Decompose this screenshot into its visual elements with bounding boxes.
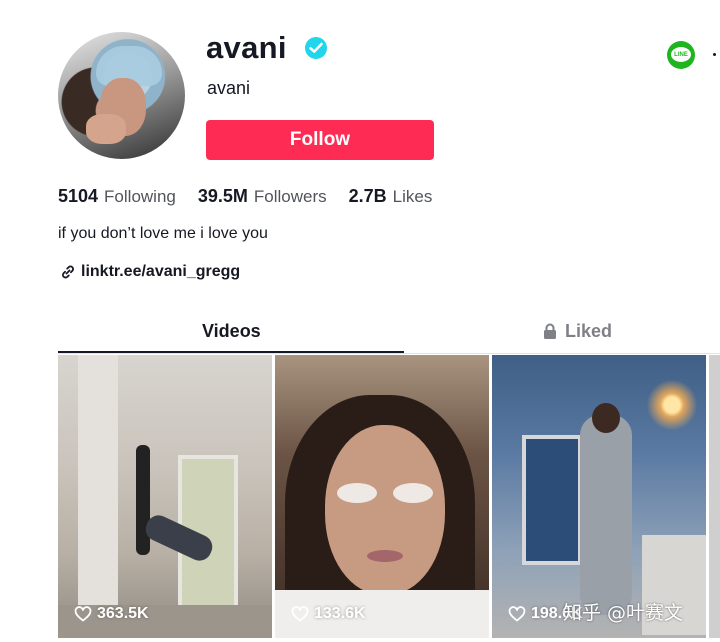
video-thumbnail-partial[interactable] bbox=[709, 355, 720, 638]
tab-videos[interactable]: Videos bbox=[202, 310, 261, 352]
username: avani bbox=[206, 30, 287, 65]
avatar[interactable] bbox=[58, 32, 185, 159]
followers-stat[interactable]: 39.5M Followers bbox=[198, 186, 327, 207]
followers-label: Followers bbox=[253, 187, 327, 206]
video-thumbnail[interactable]: 133.6K bbox=[275, 355, 489, 638]
profile-stats: 5104 Following 39.5M Followers 2.7B Like… bbox=[58, 186, 454, 207]
view-count: 133.6K bbox=[291, 605, 366, 623]
heart-icon bbox=[74, 606, 92, 622]
profile-link[interactable]: linktr.ee/avani_gregg bbox=[60, 263, 240, 281]
bio-text: if you don’t love me i love you bbox=[58, 225, 268, 242]
scene-chandelier bbox=[647, 375, 697, 435]
tab-videos-label: Videos bbox=[202, 320, 261, 341]
likes-count: 2.7B bbox=[348, 186, 387, 206]
view-count: 363.5K bbox=[74, 605, 149, 623]
likes-label: Likes bbox=[392, 187, 433, 206]
link-icon bbox=[62, 265, 74, 279]
profile-tabs: Videos Liked bbox=[58, 310, 720, 354]
profile-link-text: linktr.ee/avani_gregg bbox=[81, 263, 241, 280]
active-tab-indicator bbox=[58, 351, 404, 353]
scene-person-head bbox=[592, 403, 620, 433]
scene-face bbox=[325, 425, 445, 595]
video-thumbnail[interactable]: 198.6K bbox=[492, 355, 706, 638]
scene-eye-patch-right bbox=[393, 483, 433, 503]
follow-button[interactable]: Follow bbox=[206, 120, 434, 160]
tab-liked[interactable]: Liked bbox=[542, 310, 612, 352]
scene-window bbox=[522, 435, 582, 565]
scene-eye-patch-left bbox=[337, 483, 377, 503]
following-stat[interactable]: 5104 Following bbox=[58, 186, 176, 207]
scene-lips bbox=[367, 550, 403, 562]
verified-badge-icon bbox=[305, 37, 327, 59]
scene-wall bbox=[78, 355, 118, 638]
watermark: 知乎 @叶赛文 bbox=[563, 602, 684, 624]
scene-person-legs bbox=[136, 445, 150, 555]
following-label: Following bbox=[104, 187, 176, 206]
view-count-value: 133.6K bbox=[314, 605, 366, 622]
tab-liked-label: Liked bbox=[565, 320, 613, 341]
scene-person bbox=[580, 415, 632, 615]
likes-stat: 2.7B Likes bbox=[349, 186, 433, 207]
line-share-icon[interactable]: LINE bbox=[667, 41, 695, 69]
nickname: avani bbox=[207, 78, 251, 98]
more-options-icon[interactable] bbox=[713, 53, 716, 56]
following-count: 5104 bbox=[58, 186, 99, 206]
heart-icon bbox=[508, 606, 526, 622]
followers-count: 39.5M bbox=[197, 186, 248, 206]
view-count-value: 363.5K bbox=[97, 605, 149, 622]
video-thumbnail[interactable]: 363.5K bbox=[58, 355, 272, 638]
line-share-label: LINE bbox=[671, 47, 691, 62]
avatar-hand bbox=[86, 114, 126, 144]
heart-icon bbox=[291, 606, 309, 622]
lock-icon bbox=[544, 323, 556, 339]
